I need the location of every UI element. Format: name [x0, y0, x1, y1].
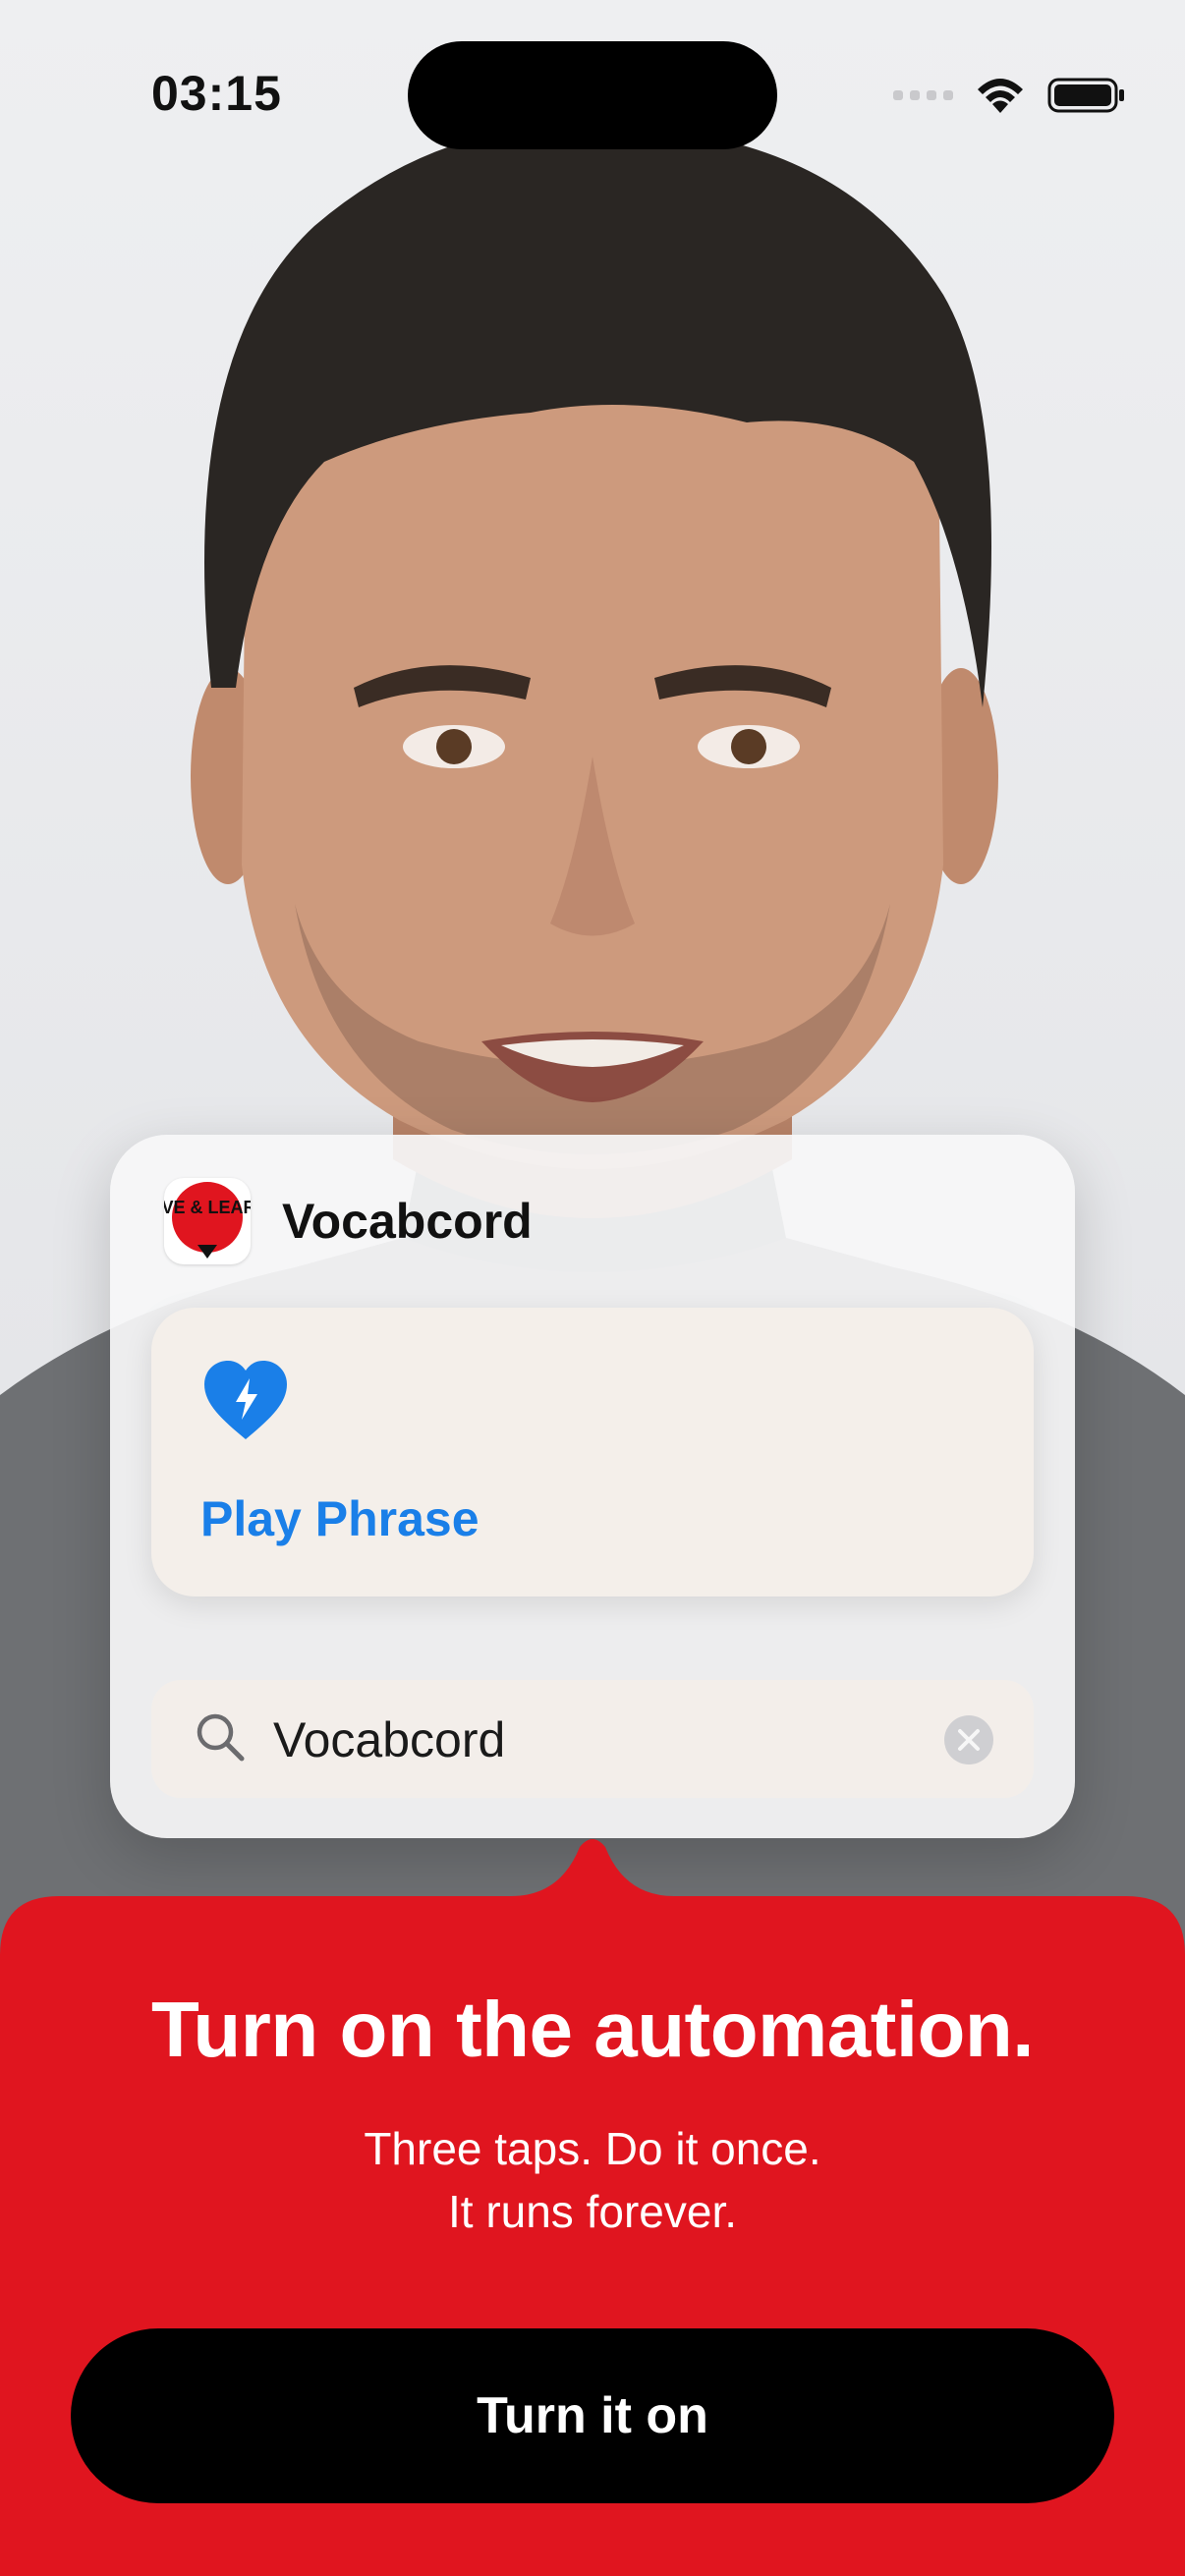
play-phrase-label: Play Phrase	[200, 1491, 480, 1546]
svg-text:LIVE & LEARN: LIVE & LEARN	[164, 1198, 251, 1217]
cellular-signal-icon	[893, 90, 953, 100]
sheet-subtitle-line2: It runs forever.	[447, 2186, 737, 2237]
turn-it-on-button[interactable]: Turn it on	[71, 2328, 1114, 2503]
app-icon: LIVE & LEARN	[164, 1178, 251, 1264]
sheet-subtitle-line1: Three taps. Do it once.	[364, 2123, 821, 2174]
clear-icon[interactable]	[943, 1714, 994, 1765]
wifi-icon	[978, 79, 1023, 113]
onboarding-sheet: Turn on the automation. Three taps. Do i…	[0, 1837, 1185, 2576]
status-icons	[893, 71, 1126, 120]
heart-bolt-icon	[204, 1361, 287, 1439]
dynamic-island	[408, 41, 777, 149]
battery-icon	[1047, 78, 1124, 113]
shortcut-widget: LIVE & LEARN Vocabcord Play Phrase Vocab…	[110, 1135, 1075, 1838]
status-time: 03:15	[151, 66, 282, 121]
search-icon	[197, 1713, 245, 1762]
play-phrase-action[interactable]: Play Phrase	[151, 1308, 1034, 1596]
live-and-learn-logo: LIVE & LEARN	[164, 1182, 251, 1259]
app-name: Vocabcord	[282, 1194, 533, 1249]
sheet-title: Turn on the automation.	[150, 1986, 1035, 2073]
app-header: LIVE & LEARN Vocabcord	[164, 1178, 533, 1264]
search-field[interactable]: Vocabcord	[151, 1680, 1034, 1798]
search-input[interactable]: Vocabcord	[273, 1711, 505, 1768]
